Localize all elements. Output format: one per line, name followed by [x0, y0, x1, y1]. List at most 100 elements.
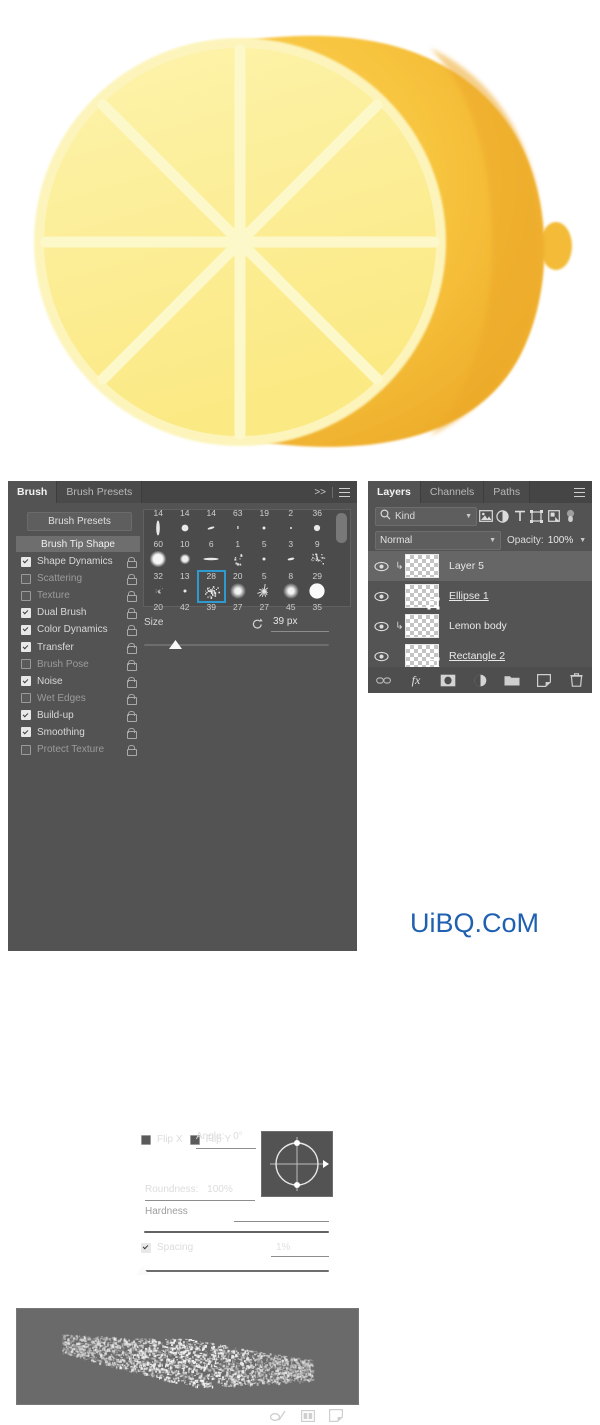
brush-dynamic-checkbox[interactable] — [21, 744, 31, 755]
pixel-filter-icon[interactable] — [477, 508, 494, 525]
brush-tip-cell[interactable]: 28 — [197, 569, 226, 603]
brush-dynamic-checkbox[interactable] — [21, 590, 31, 601]
spacing-box[interactable] — [141, 1242, 151, 1253]
layer-visibility-toggle[interactable] — [368, 621, 394, 632]
lock-icon[interactable] — [126, 625, 137, 637]
brush-tip-cell[interactable]: 60 — [145, 539, 172, 570]
roundness-value[interactable]: 100% — [207, 1184, 233, 1195]
opacity-chevron-down-icon[interactable]: ▼ — [579, 537, 586, 544]
adjustment-layer-icon[interactable] — [472, 672, 488, 688]
brush-dynamic-item[interactable]: Brush Pose — [16, 656, 140, 673]
fx-icon[interactable]: fx — [408, 672, 424, 688]
layer-row[interactable]: ↳ Layer 5 — [368, 551, 592, 582]
layer-filter-kind-select[interactable]: Kind ▼ — [375, 506, 477, 526]
layer-name[interactable]: Lemon body — [449, 620, 507, 632]
blend-mode-select[interactable]: Normal ▼ — [375, 530, 501, 550]
brush-dynamic-item[interactable]: Protect Texture — [16, 741, 140, 758]
spacing-slider-track[interactable] — [144, 1270, 329, 1272]
layer-mask-icon[interactable] — [440, 672, 456, 688]
brush-presets-button[interactable]: Brush Presets — [27, 512, 132, 531]
lock-icon[interactable] — [126, 642, 137, 654]
brush-dynamic-item[interactable]: Texture — [16, 587, 140, 604]
spacing-value[interactable]: 1% — [276, 1242, 290, 1253]
collapse-icon[interactable]: >> — [314, 487, 326, 498]
layer-thumbnail[interactable] — [405, 554, 439, 578]
size-value[interactable]: 39 px — [273, 616, 297, 627]
brush-grid-scrollbar[interactable] — [336, 513, 347, 601]
lock-icon[interactable] — [126, 710, 137, 722]
adjustment-filter-icon[interactable] — [494, 508, 511, 525]
tab-brush-presets[interactable]: Brush Presets — [57, 481, 143, 503]
new-group-icon[interactable] — [504, 672, 520, 688]
tab-paths[interactable]: Paths — [484, 481, 531, 503]
brush-tip-cell[interactable]: 29 — [304, 571, 331, 602]
brush-grid-scroll-thumb[interactable] — [336, 513, 347, 543]
lock-icon[interactable] — [126, 608, 137, 620]
brush-dynamic-item[interactable]: Shape Dynamics — [16, 553, 140, 570]
reset-arrow-icon[interactable] — [251, 617, 264, 630]
brush-stroke-icon[interactable] — [269, 1410, 287, 1425]
brush-dynamic-item[interactable]: Transfer — [16, 638, 140, 655]
angle-value[interactable]: 0° — [233, 1131, 243, 1142]
filter-power-toggle[interactable] — [562, 508, 579, 525]
brush-tip-cell[interactable]: 1 — [225, 539, 252, 570]
brush-tip-cell[interactable]: 5 — [251, 571, 278, 602]
delete-layer-icon[interactable] — [568, 672, 584, 688]
brush-tip-shape-item[interactable]: Brush Tip Shape — [16, 536, 140, 552]
brush-dynamic-checkbox[interactable] — [21, 642, 31, 653]
brush-tip-cell[interactable]: 14 — [198, 508, 225, 539]
brush-dynamic-checkbox[interactable] — [21, 727, 31, 738]
new-preset-icon[interactable] — [301, 1409, 316, 1425]
spacing-checkbox[interactable]: Spacing — [141, 1242, 193, 1253]
tab-layers[interactable]: Layers — [368, 481, 421, 503]
brush-dynamic-checkbox[interactable] — [21, 710, 31, 721]
brush-dynamic-checkbox[interactable] — [21, 659, 31, 670]
lock-icon[interactable] — [126, 591, 137, 603]
brush-tip-cell[interactable]: 3 — [278, 539, 305, 570]
brush-tip-cell[interactable]: 19 — [251, 508, 278, 539]
brush-tip-cell[interactable]: 14 — [172, 508, 199, 539]
brush-tip-cell[interactable]: 9 — [304, 539, 331, 570]
create-new-brush-icon[interactable] — [329, 1409, 343, 1425]
brush-dynamic-item[interactable]: Noise — [16, 673, 140, 690]
hamburger-icon[interactable] — [574, 487, 585, 497]
brush-tip-cell[interactable]: 63 — [225, 508, 252, 539]
type-filter-icon[interactable] — [511, 508, 528, 525]
brush-dynamic-item[interactable]: Scattering — [16, 570, 140, 587]
brush-dynamic-item[interactable]: Wet Edges — [16, 690, 140, 707]
brush-dynamic-item[interactable]: Build-up — [16, 707, 140, 724]
layer-name[interactable]: Rectangle 2 — [449, 650, 505, 662]
brush-dynamic-checkbox[interactable] — [21, 573, 31, 584]
brush-tip-cell[interactable]: 20 — [225, 571, 252, 602]
smart-object-filter-icon[interactable] — [545, 508, 562, 525]
flip-x-box[interactable] — [141, 1134, 151, 1145]
lock-icon[interactable] — [126, 693, 137, 705]
tab-brush[interactable]: Brush — [8, 481, 58, 503]
brush-tip-cell[interactable]: 13 — [172, 571, 199, 602]
opacity-value[interactable]: 100% — [548, 535, 574, 546]
brush-tip-cell[interactable]: 39 — [198, 602, 225, 633]
brush-dynamic-checkbox[interactable] — [21, 676, 31, 687]
brush-dynamic-checkbox[interactable] — [21, 556, 31, 567]
new-layer-icon[interactable] — [536, 672, 552, 688]
tab-channels[interactable]: Channels — [420, 481, 485, 503]
brush-dynamic-checkbox[interactable] — [21, 693, 31, 704]
lock-icon[interactable] — [126, 727, 137, 739]
brush-tip-cell[interactable]: 6 — [198, 539, 225, 570]
brush-tip-cell[interactable]: 8 — [278, 571, 305, 602]
brush-tip-cell[interactable]: 2 — [278, 508, 305, 539]
layer-row[interactable]: Ellipse 1 — [368, 581, 592, 612]
brush-dynamic-checkbox[interactable] — [21, 607, 31, 618]
lock-icon[interactable] — [126, 557, 137, 569]
layer-visibility-toggle[interactable] — [368, 561, 394, 572]
layer-name[interactable]: Ellipse 1 — [449, 590, 489, 602]
lock-icon[interactable] — [126, 574, 137, 586]
brush-dynamic-checkbox[interactable] — [21, 624, 31, 635]
link-layers-icon[interactable] — [376, 672, 392, 688]
layer-visibility-toggle[interactable] — [368, 591, 394, 602]
brush-tip-grid[interactable]: 14 14 14 63 19 2 36 60 10 6 1 5 3 9 32 13 28 20 5 8 29 20 42 39… — [143, 508, 351, 612]
brush-tip-cell[interactable]: 14 — [145, 508, 172, 539]
layer-thumbnail[interactable] — [405, 644, 440, 670]
brush-tip-cell[interactable]: 42 — [172, 602, 199, 633]
brush-dynamic-item[interactable]: Color Dynamics — [16, 621, 140, 638]
